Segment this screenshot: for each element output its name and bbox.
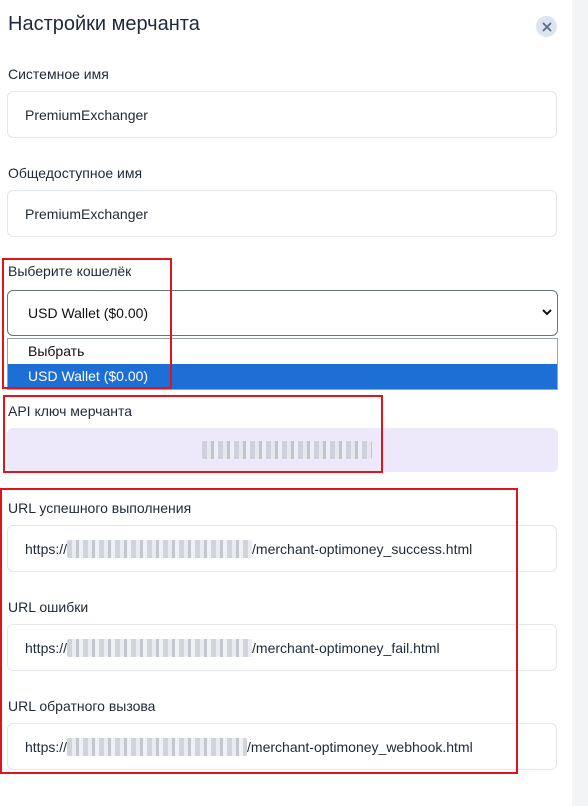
close-icon	[542, 22, 551, 31]
system-name-label: Системное имя	[8, 66, 109, 82]
public-name-label: Общедоступное имя	[8, 165, 143, 181]
highlight-urls-box	[0, 488, 518, 774]
chevron-down-icon	[542, 309, 552, 316]
system-name-input[interactable]: PremiumExchanger	[7, 91, 557, 138]
highlight-wallet-box	[2, 258, 172, 389]
page-title: Настройки мерчанта	[8, 13, 200, 35]
system-name-value: PremiumExchanger	[25, 106, 148, 123]
public-name-input[interactable]: PremiumExchanger	[7, 190, 557, 237]
merchant-settings-panel: Настройки мерчанта Системное имя Premium…	[0, 0, 588, 806]
close-button[interactable]	[536, 16, 557, 37]
scrollbar-track[interactable]	[572, 0, 588, 806]
public-name-value: PremiumExchanger	[25, 205, 148, 222]
highlight-api-key-box	[3, 395, 383, 473]
